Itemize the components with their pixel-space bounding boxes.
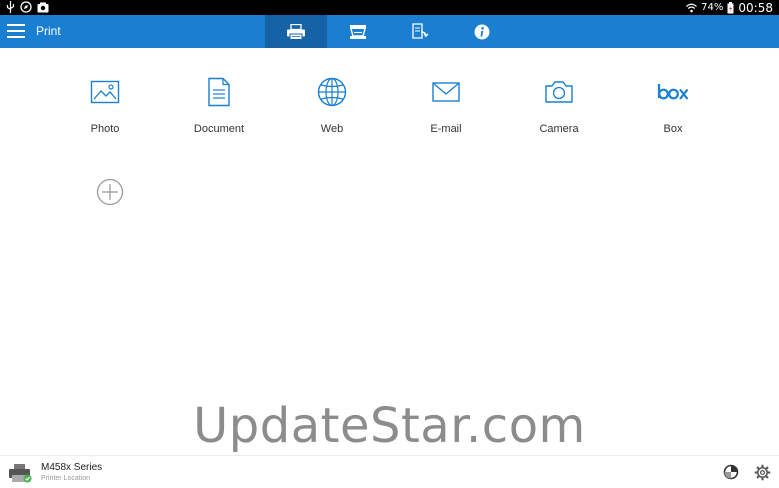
source-label: E-mail: [430, 123, 462, 135]
box-logo-icon: [657, 84, 689, 100]
printer-bar[interactable]: M458x Series Printer Location: [0, 455, 779, 488]
watermark-text: UpdateStar.com: [193, 398, 586, 454]
printer-location: Printer Location: [41, 475, 91, 482]
status-system: 74% 00:58: [686, 0, 773, 15]
status-bar: 74% 00:58: [0, 0, 779, 15]
ink-level-icon[interactable]: [723, 464, 739, 480]
camera-icon: [545, 81, 573, 103]
tab-scan[interactable]: [327, 15, 389, 48]
settings-icon[interactable]: [754, 464, 771, 481]
source-label: Document: [193, 123, 245, 135]
status-time: 00:58: [738, 0, 773, 15]
scanner-icon: [350, 24, 366, 39]
source-label: Web: [320, 123, 344, 135]
photo-icon: [90, 80, 120, 104]
app-bar: Print: [0, 15, 779, 48]
globe-icon: [317, 77, 347, 107]
source-label: Box: [663, 123, 683, 135]
page-title: Print: [36, 24, 61, 38]
hamburger-icon-line: [7, 36, 25, 38]
plus-circle-icon: [96, 178, 124, 206]
wifi-icon: [686, 3, 698, 12]
source-camera[interactable]: Camera: [514, 70, 604, 142]
status-notifications: [6, 1, 49, 13]
document-icon: [208, 77, 230, 107]
battery-percent: 74%: [701, 2, 724, 13]
source-email[interactable]: E-mail: [401, 70, 491, 142]
info-icon: [474, 24, 490, 39]
hamburger-icon-line: [7, 24, 25, 26]
battery-icon: [727, 1, 734, 13]
document-arrow-icon: [412, 23, 429, 39]
add-source-button[interactable]: [96, 178, 124, 206]
hamburger-icon-line: [7, 30, 25, 32]
photo-notification-icon: [37, 2, 49, 12]
tab-print[interactable]: [265, 15, 327, 48]
source-label: Photo: [90, 123, 120, 135]
tab-info[interactable]: [451, 15, 513, 48]
source-box[interactable]: Box: [628, 70, 718, 142]
source-document[interactable]: Document: [174, 70, 264, 142]
printer-icon: [287, 23, 305, 40]
tab-jobs[interactable]: [389, 15, 451, 48]
envelope-icon: [432, 82, 460, 102]
menu-button[interactable]: [7, 24, 25, 39]
source-label: Camera: [539, 123, 579, 135]
source-photo[interactable]: Photo: [60, 70, 150, 142]
printer-status-icon: [9, 464, 32, 483]
compass-icon: [20, 1, 32, 13]
source-web[interactable]: Web: [287, 70, 377, 142]
printer-name: M458x Series: [41, 462, 103, 473]
usb-icon: [6, 1, 15, 13]
